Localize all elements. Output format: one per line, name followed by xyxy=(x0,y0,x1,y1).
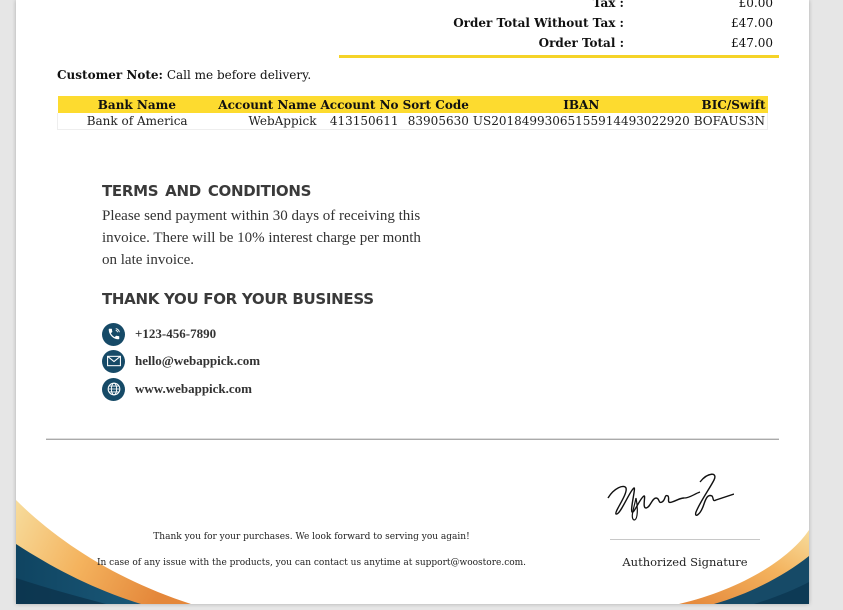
mail-icon xyxy=(102,349,125,373)
order-total-value: £47.00 xyxy=(731,36,773,50)
contact-website-text: www.webappick.com xyxy=(135,381,253,396)
header-iban: IBAN xyxy=(470,96,692,113)
contact-website: www.webappick.com xyxy=(102,377,252,401)
tax-label: Tax : xyxy=(592,0,624,10)
section-divider xyxy=(46,438,779,440)
phone-icon xyxy=(102,322,125,346)
invoice-page: Tax : £0.00 Order Total Without Tax : £4… xyxy=(16,0,809,604)
cell-account-name: WebAppick xyxy=(216,113,319,130)
tax-value: £0.00 xyxy=(738,0,773,10)
cell-bic-swift: BOFAUS3N xyxy=(691,113,768,130)
tax-row: Tax : £0.00 xyxy=(339,0,779,14)
header-account-no: Account No xyxy=(318,96,401,113)
order-total-label: Order Total : xyxy=(538,36,624,50)
decorative-wave-left xyxy=(16,500,191,604)
customer-note-value: Call me before delivery. xyxy=(166,68,312,82)
bank-table-header: Bank Name Account Name Account No Sort C… xyxy=(57,96,768,113)
authorized-signature-label: Authorized Signature xyxy=(622,555,748,569)
globe-icon xyxy=(102,377,125,401)
contact-phone-text: +123-456-7890 xyxy=(135,326,217,341)
contact-email: hello@webappick.com xyxy=(102,349,260,373)
customer-note-label: Customer Note: xyxy=(57,68,163,82)
header-bic-swift: BIC/Swift xyxy=(691,96,768,113)
cell-sort-code: 83905630 xyxy=(400,113,471,130)
header-sort-code: Sort Code xyxy=(400,96,471,113)
table-row: Bank of America WebAppick 413150611 8390… xyxy=(57,113,768,130)
thank-you-title: THANK YOU FOR YOUR BUSINESS xyxy=(102,290,374,308)
contact-email-text: hello@webappick.com xyxy=(135,353,261,368)
order-total-without-tax-row: Order Total Without Tax : £47.00 xyxy=(339,16,779,34)
cell-iban: US2018499306515591449302292​0 xyxy=(470,113,692,130)
footer-support-text: In case of any issue with the products, … xyxy=(96,558,527,568)
terms-text: Please send payment within 30 days of re… xyxy=(102,208,421,268)
order-total-without-tax-value: £47.00 xyxy=(731,16,773,30)
header-account-name: Account Name xyxy=(216,96,319,113)
order-total-row: Order Total : £47.00 xyxy=(339,36,779,54)
customer-note: Customer Note: Call me before delivery. xyxy=(57,68,311,82)
bank-details-table: Bank Name Account Name Account No Sort C… xyxy=(57,96,768,130)
totals-underline xyxy=(339,55,779,58)
order-total-without-tax-label: Order Total Without Tax : xyxy=(453,16,624,30)
signature-line xyxy=(610,539,760,540)
terms-title: TERMS AND CONDITIONS xyxy=(102,182,312,200)
signature-image xyxy=(607,473,734,521)
contact-phone: +123-456-7890 xyxy=(102,322,216,346)
footer-thank-you-text: Thank you for your purchases. We look fo… xyxy=(153,532,470,542)
header-bank-name: Bank Name xyxy=(57,96,217,113)
cell-bank-name: Bank of America xyxy=(57,113,217,130)
cell-account-no: 413150611 xyxy=(318,113,401,130)
